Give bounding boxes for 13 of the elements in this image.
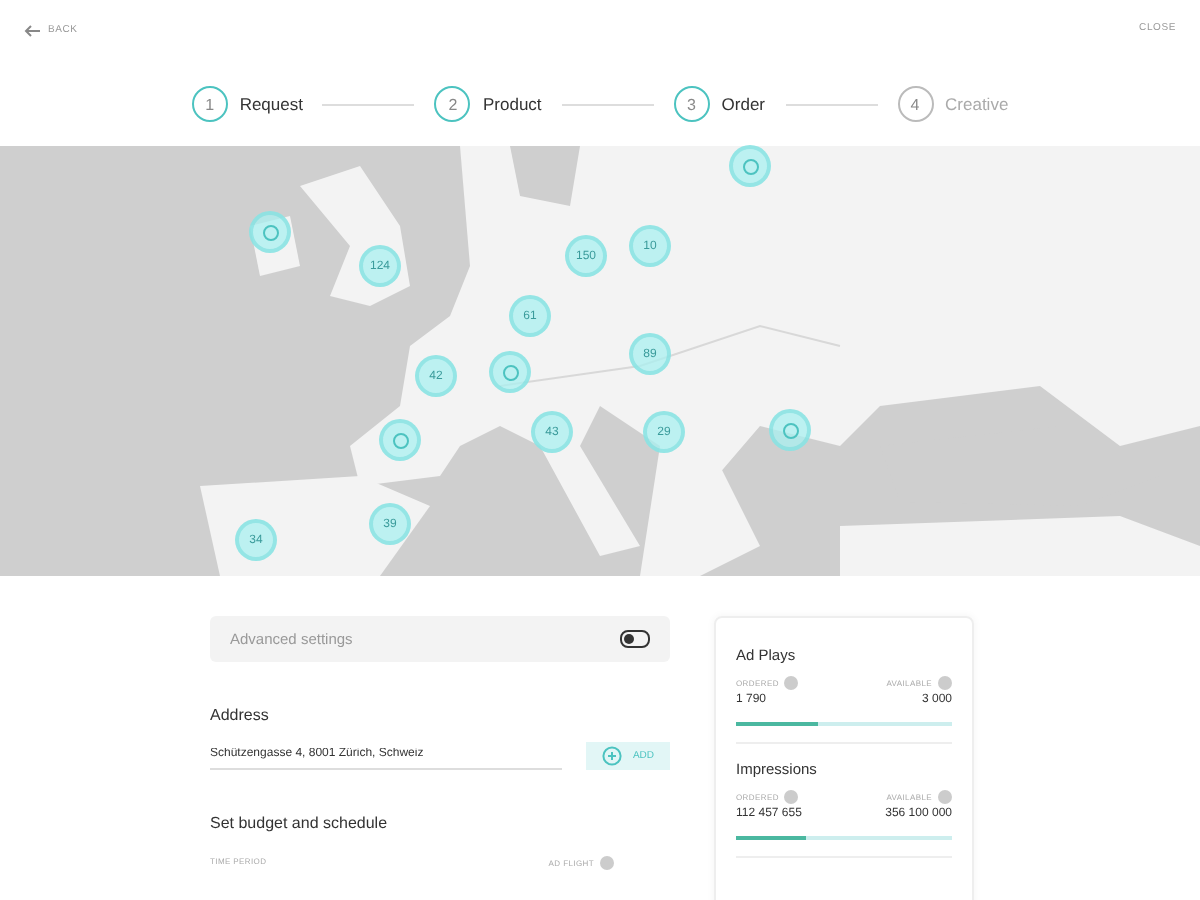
step-label[interactable]: Request	[239, 94, 303, 114]
section-heading: Set budget and schedule	[210, 814, 390, 832]
step-number: 1	[191, 86, 228, 122]
step-number: 4	[897, 86, 934, 122]
step-label[interactable]: Order	[721, 94, 766, 114]
step-label[interactable]: Product	[482, 94, 542, 114]
arrow-left-icon	[24, 23, 42, 37]
step-number: 3	[673, 86, 710, 122]
section-heading: Address	[210, 706, 271, 724]
plus-circle-icon	[602, 746, 623, 766]
toggle-switch[interactable]	[620, 630, 650, 648]
step-number: 2	[434, 86, 471, 122]
step-label[interactable]: Creative	[945, 94, 1009, 114]
